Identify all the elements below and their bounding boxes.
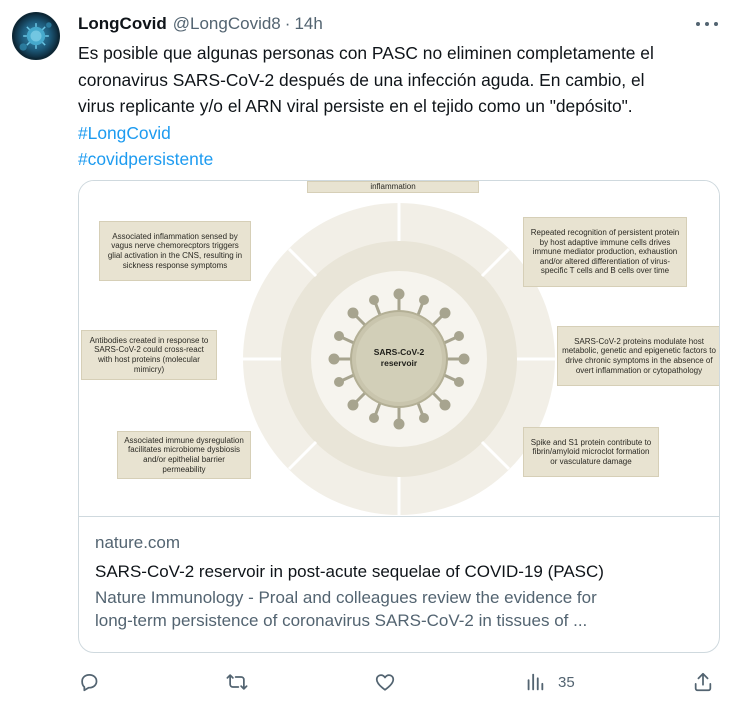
figure-box-right1: Repeated recognition of persistent prote… — [523, 217, 687, 287]
retweet-icon — [226, 674, 248, 690]
tweet-timestamp[interactable]: 14h — [294, 14, 322, 34]
avatar-virus-image — [19, 22, 52, 51]
like-button[interactable] — [374, 668, 396, 696]
tweet-text: Es posible que algunas personas con PASC… — [78, 40, 723, 173]
more-options-icon[interactable] — [696, 16, 718, 32]
card-meta: nature.com SARS-CoV-2 reservoir in post-… — [95, 533, 703, 632]
virus-label-line1: SARS-CoV-2 — [374, 347, 425, 357]
card-domain: nature.com — [95, 533, 181, 552]
author-name[interactable]: LongCovid — [78, 14, 167, 34]
link-preview-card[interactable]: SARS-CoV-2 reservoir inflammation Associ… — [78, 180, 720, 653]
views-button[interactable]: 35 — [524, 668, 575, 696]
figure-box-right2: SARS-CoV-2 proteins modulate host metabo… — [557, 326, 719, 386]
figure-box-left1: Associated inflammation sensed by vagus … — [99, 221, 251, 281]
views-count: 35 — [558, 673, 575, 691]
share-button[interactable] — [692, 668, 714, 696]
reply-icon — [81, 673, 98, 692]
figure-box-right3: Spike and S1 protein contribute to fibri… — [523, 427, 659, 477]
card-description-line: long-term persistence of coronavirus SAR… — [95, 610, 588, 630]
like-icon — [375, 674, 395, 691]
tweet-line: Es posible que algunas personas con PASC… — [78, 43, 654, 63]
tweet-line: coronavirus SARS-CoV-2 después de una in… — [78, 69, 645, 90]
hashtag-link-covidpersistente[interactable]: #covidpersistente — [78, 149, 213, 169]
card-figure-image[interactable]: SARS-CoV-2 reservoir inflammation Associ… — [79, 181, 719, 517]
figure-box-top: inflammation — [307, 181, 479, 193]
card-title[interactable]: SARS-CoV-2 reservoir in post-acute seque… — [95, 562, 703, 582]
tweet-line: virus replicante y/o el ARN viral persis… — [78, 96, 633, 117]
tweet-header: LongCovid @LongCovid8 · 14h — [78, 13, 720, 35]
share-icon — [694, 672, 712, 692]
separator-dot: · — [284, 14, 291, 33]
hashtag-link-longcovid[interactable]: #LongCovid — [78, 123, 171, 143]
card-description-line: Nature Immunology - Proal and colleagues… — [95, 588, 597, 607]
tweet-action-bar: 35 — [78, 668, 718, 696]
reply-button[interactable] — [78, 668, 100, 696]
virus-label-line2: reservoir — [381, 358, 418, 368]
views-icon — [527, 673, 544, 691]
retweet-button[interactable] — [226, 668, 248, 696]
figure-box-left2: Antibodies created in response to SARS-C… — [81, 330, 217, 380]
card-description: Nature Immunology - Proal and colleagues… — [95, 587, 703, 632]
figure-box-left3: Associated immune dysregulation facilita… — [117, 431, 251, 479]
author-handle[interactable]: @LongCovid8 — [173, 14, 281, 34]
avatar[interactable] — [12, 12, 60, 60]
